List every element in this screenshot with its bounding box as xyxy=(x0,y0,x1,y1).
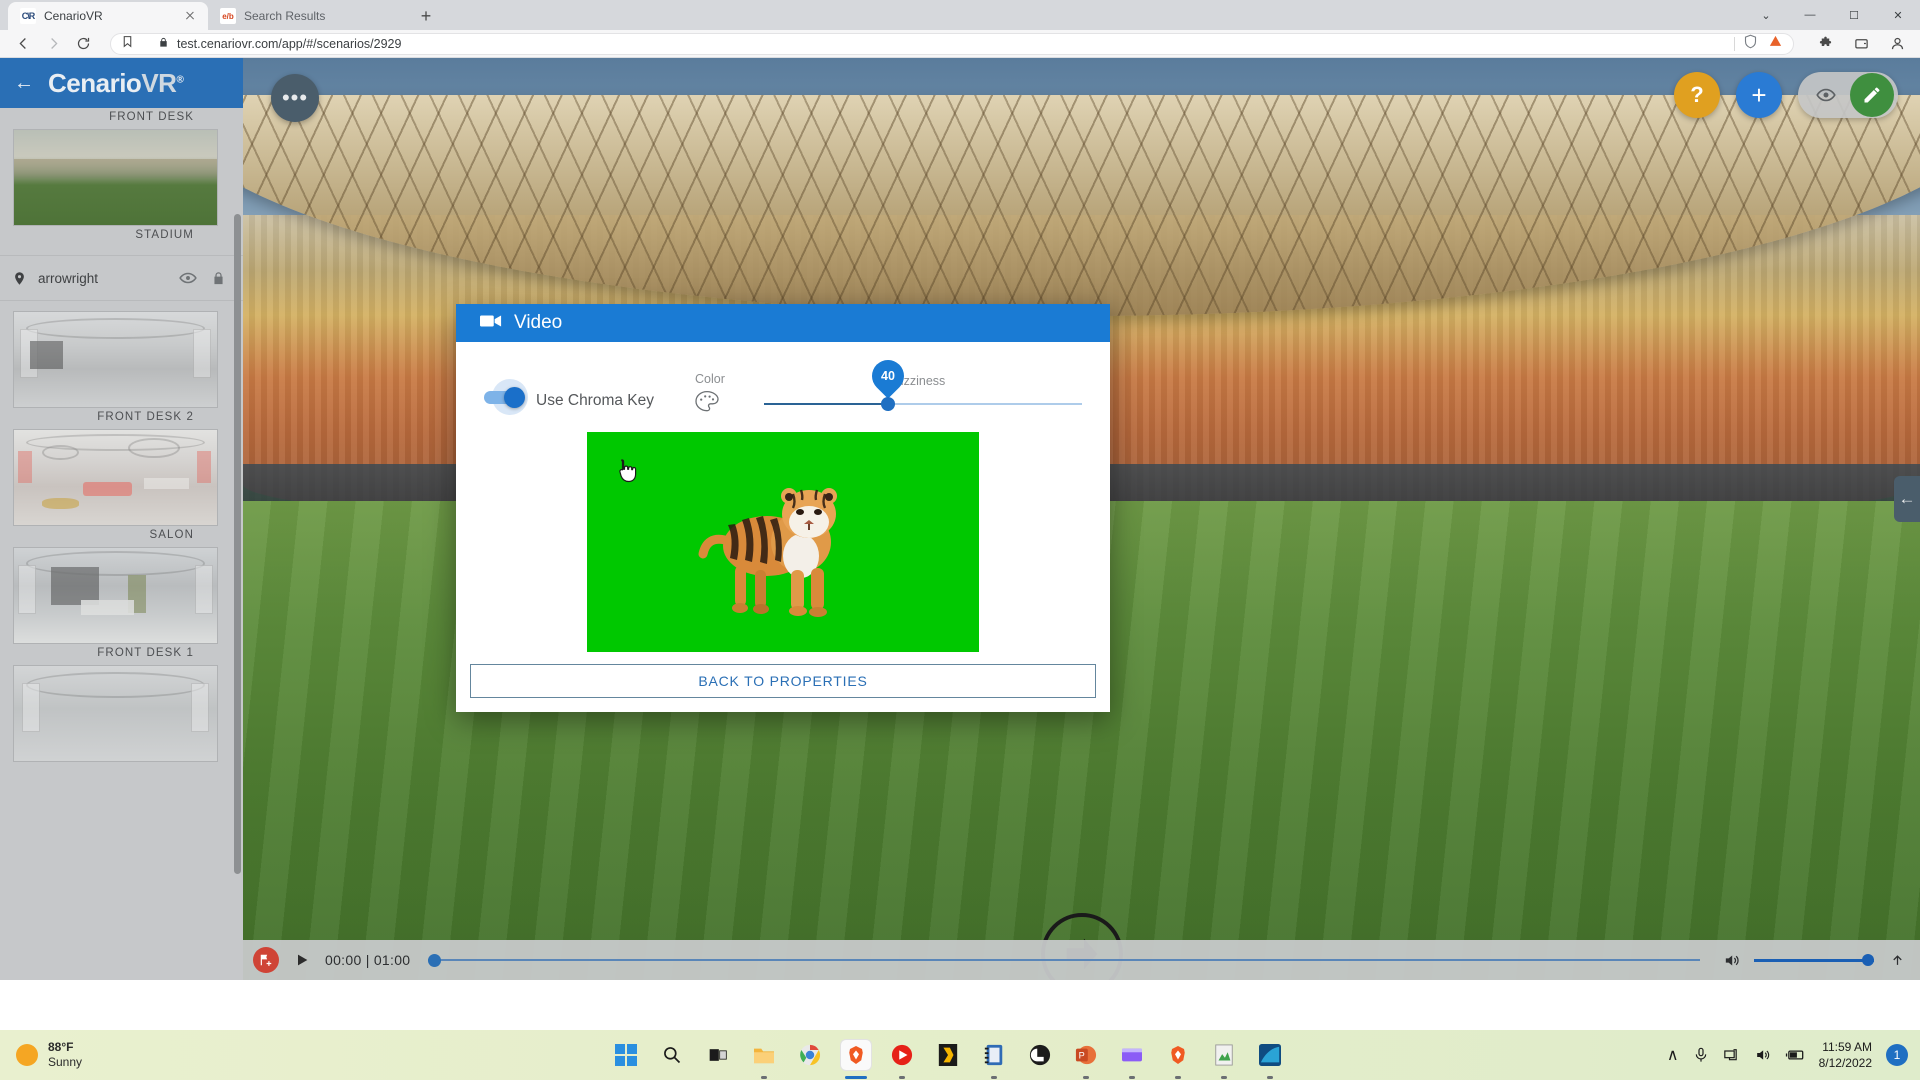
system-tray: ∧ 11:59 AM 8/12/2022 1 xyxy=(1667,1039,1920,1071)
windows-logo-icon[interactable] xyxy=(611,1040,641,1070)
folder-icon[interactable] xyxy=(749,1040,779,1079)
network-icon[interactable] xyxy=(1723,1047,1740,1063)
search-icon[interactable] xyxy=(657,1040,687,1070)
sun-icon xyxy=(16,1044,38,1066)
windows-taskbar: 88°F Sunny P ∧ 11:59 AM 8/12/2022 1 xyxy=(0,1030,1920,1080)
task-view-icon[interactable] xyxy=(703,1040,733,1070)
app-brand-bar: ← CenarioVR® xyxy=(0,58,243,108)
weather-widget[interactable]: 88°F Sunny xyxy=(0,1040,230,1070)
chrome-icon[interactable] xyxy=(795,1040,825,1070)
video-preview[interactable] xyxy=(587,432,979,652)
svg-text:P: P xyxy=(1079,1051,1085,1061)
brave-lion-icon[interactable] xyxy=(1163,1040,1193,1079)
modal-overlay: Video Use Chroma Key Color Fuzziness 40 … xyxy=(0,58,1920,980)
video-camera-icon xyxy=(480,313,502,334)
profile-icon[interactable] xyxy=(1884,31,1910,57)
snagit-icon[interactable] xyxy=(1209,1040,1239,1079)
close-icon[interactable] xyxy=(182,8,198,24)
dialog-body: Use Chroma Key Color Fuzziness 40 xyxy=(456,342,1110,652)
fuzziness-control: Fuzziness 40 xyxy=(764,353,1096,416)
tab-cenariovr[interactable]: C\R CenarioVR xyxy=(8,2,208,30)
reload-icon[interactable] xyxy=(70,31,96,57)
color-label: Color xyxy=(695,372,725,386)
browser-window: C\R CenarioVR e/b Search Results + ⌄ — ☐… xyxy=(0,0,1920,1030)
window-controls: ⌄ — ☐ ✕ xyxy=(1744,0,1920,30)
battery-icon[interactable] xyxy=(1785,1048,1805,1062)
brave-shields-icon[interactable] xyxy=(1743,34,1758,54)
chroma-key-controls: Use Chroma Key Color Fuzziness 40 xyxy=(470,353,1096,416)
speaker-icon[interactable] xyxy=(1754,1047,1771,1063)
notebook-icon[interactable] xyxy=(979,1040,1009,1079)
fuzziness-slider[interactable]: 40 xyxy=(764,353,1082,412)
new-tab-button[interactable]: + xyxy=(412,2,440,30)
chevron-down-icon[interactable]: ⌄ xyxy=(1744,0,1788,30)
browser-toolbar: test.cenariovr.com/app/#/scenarios/2929 xyxy=(0,30,1920,58)
tab-title: CenarioVR xyxy=(44,9,103,23)
elb-favicon: e/b xyxy=(220,8,236,24)
tab-search-results[interactable]: e/b Search Results xyxy=(208,2,408,30)
tab-strip: C\R CenarioVR e/b Search Results + ⌄ — ☐… xyxy=(0,0,1920,30)
brave-rewards-icon[interactable] xyxy=(1768,34,1783,54)
maximize-button[interactable]: ☐ xyxy=(1832,0,1876,30)
slider-fill xyxy=(764,403,889,405)
notification-badge[interactable]: 1 xyxy=(1886,1044,1908,1066)
video-properties-dialog: Video Use Chroma Key Color Fuzziness 40 … xyxy=(456,304,1110,712)
brand-suffix: VR xyxy=(141,67,177,98)
lock-icon xyxy=(158,35,169,53)
lectora-icon[interactable] xyxy=(1025,1040,1055,1070)
weather-condition: Sunny xyxy=(48,1055,83,1069)
brand-name: Cenario xyxy=(48,67,142,98)
taskbar-apps: P xyxy=(230,1040,1667,1079)
close-window-button[interactable]: ✕ xyxy=(1876,0,1920,30)
clock-date: 8/12/2022 xyxy=(1818,1056,1872,1070)
back-arrow-icon[interactable] xyxy=(10,31,36,57)
dialog-header: Video xyxy=(456,304,1110,342)
brave-lion-icon[interactable] xyxy=(841,1040,872,1079)
forward-arrow-icon[interactable] xyxy=(40,31,66,57)
dialog-title: Video xyxy=(514,312,563,333)
clock-time: 11:59 AM xyxy=(1822,1039,1872,1054)
taskbar-clock[interactable]: 11:59 AM 8/12/2022 xyxy=(1819,1039,1872,1071)
back-to-properties-button[interactable]: BACK TO PROPERTIES xyxy=(470,664,1096,698)
toolbar-right-actions xyxy=(1808,31,1910,57)
cenariovr-app: ••• ? + ← 00:00 | 01:00 ← CenarioVR® FRO… xyxy=(0,58,1920,980)
palette-icon[interactable] xyxy=(694,390,720,414)
slider-handle[interactable] xyxy=(881,397,896,411)
minimize-button[interactable]: — xyxy=(1788,0,1832,30)
camtasia-icon[interactable] xyxy=(1255,1040,1285,1079)
divider xyxy=(1734,36,1735,51)
address-bar[interactable]: test.cenariovr.com/app/#/scenarios/2929 xyxy=(110,32,1794,55)
microphone-icon[interactable] xyxy=(1693,1047,1709,1063)
chevron-up-icon[interactable]: ∧ xyxy=(1667,1045,1679,1065)
tab-title: Search Results xyxy=(244,9,326,23)
youtube-music-icon[interactable] xyxy=(887,1040,917,1079)
powerpoint-icon[interactable]: P xyxy=(1071,1040,1101,1079)
cenariovr-logo: CenarioVR® xyxy=(48,67,184,99)
wallet-icon[interactable] xyxy=(1848,31,1874,57)
use-chroma-key-label: Use Chroma Key xyxy=(536,392,655,409)
url-text: test.cenariovr.com/app/#/scenarios/2929 xyxy=(177,36,402,51)
puzzle-icon[interactable] xyxy=(1812,31,1838,57)
fuzziness-value: 40 xyxy=(881,369,895,383)
registered-mark: ® xyxy=(176,73,184,85)
adobe-icon[interactable] xyxy=(933,1040,963,1070)
clipchamp-icon[interactable] xyxy=(1117,1040,1147,1079)
toggle-knob[interactable] xyxy=(504,387,525,408)
weather-temperature: 88°F xyxy=(48,1040,74,1054)
bookmark-icon[interactable] xyxy=(121,35,134,53)
use-chroma-key-toggle[interactable] xyxy=(484,379,530,415)
dialog-footer: BACK TO PROPERTIES xyxy=(456,652,1110,712)
tiger-subject xyxy=(698,488,837,617)
cenariovr-favicon: C\R xyxy=(20,8,36,24)
back-arrow-icon[interactable]: ← xyxy=(10,73,38,93)
chroma-color-control: Color xyxy=(694,372,754,414)
slider-value-tooltip: 40 xyxy=(865,353,911,399)
